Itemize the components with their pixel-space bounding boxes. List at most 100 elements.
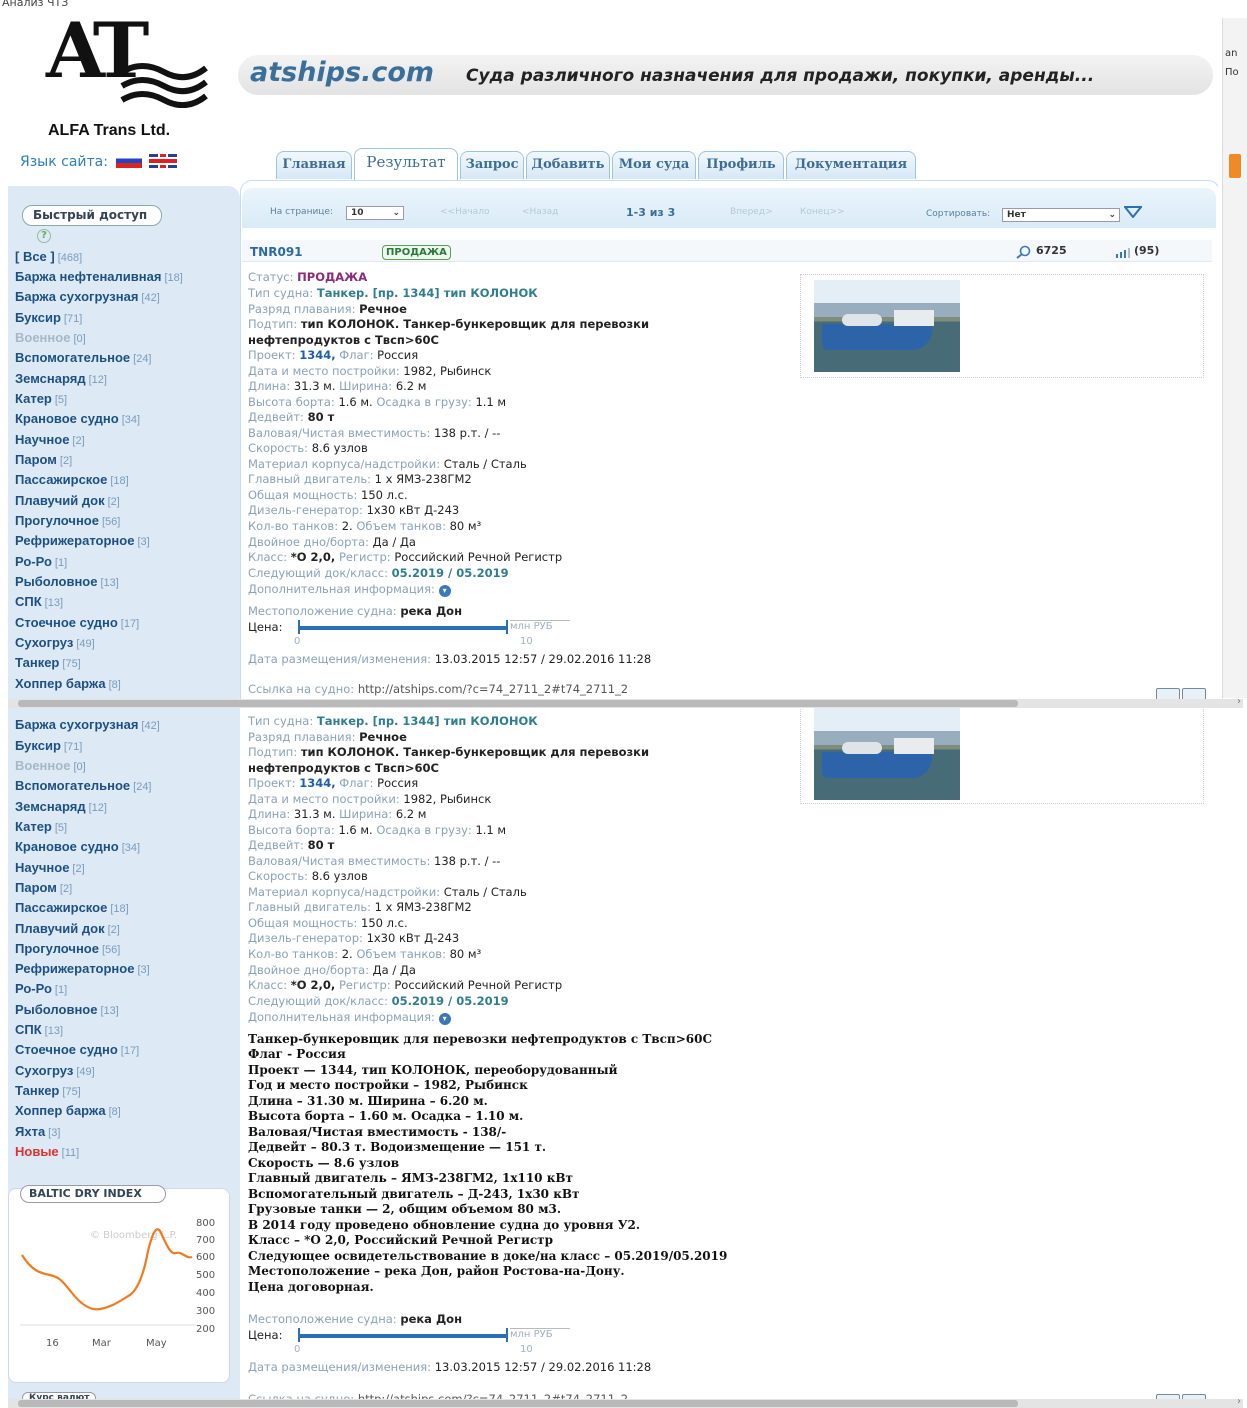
sidebar-category[interactable]: Яхта [3] — [15, 1124, 60, 1139]
russian-flag-icon[interactable] — [116, 154, 143, 168]
sidebar-category[interactable]: Крановое судно [34] — [15, 839, 140, 854]
sidebar-category[interactable]: Рыболовное [13] — [15, 1002, 119, 1017]
sidebar-category[interactable]: [ Все ] [468] — [15, 249, 82, 264]
y-tick: 500 — [196, 1270, 216, 1281]
sidebar-category[interactable]: Паром [2] — [15, 452, 72, 467]
extra-text-line: В 2014 году проведено обновление судна д… — [248, 1218, 640, 1232]
listing-code[interactable]: TNR091 — [250, 245, 303, 259]
sidebar-category[interactable]: Прогулочное [56] — [15, 513, 120, 528]
prev-page-link[interactable]: <Назад — [522, 207, 558, 217]
price-min: 0 — [294, 1344, 301, 1355]
sidebar-category[interactable]: Земснаряд [12] — [15, 371, 107, 386]
sidebar-category[interactable]: Ро-Ро [1] — [15, 981, 67, 996]
last-page-link[interactable]: Конец>> — [800, 207, 845, 217]
result-range: 1-3 из 3 — [626, 206, 676, 219]
help-icon[interactable]: ? — [37, 229, 51, 243]
height-line: Высота борта: 1.6 м. Осадка в грузу: 1.1… — [248, 823, 507, 837]
extra-info-line[interactable]: Дополнительная информация: ▾ — [248, 582, 451, 597]
ship-photo[interactable] — [814, 708, 960, 800]
sidebar-category[interactable]: Танкер [75] — [15, 1083, 81, 1098]
sort-select[interactable]: Нет ⌄ — [1002, 208, 1120, 222]
language-selector: Язык сайта: — [20, 154, 177, 170]
sidebar-category[interactable]: Сухогруз [49] — [15, 1063, 95, 1078]
sidebar-category[interactable]: Пассажирское [18] — [15, 472, 129, 487]
sidebar-category[interactable]: Научное [2] — [15, 432, 85, 447]
sidebar-category[interactable]: Танкер [75] — [15, 655, 81, 670]
sidebar-category[interactable]: Крановое судно [34] — [15, 411, 140, 426]
sidebar-category[interactable]: СПК [13] — [15, 1022, 63, 1037]
sidebar-category[interactable]: Паром [2] — [15, 880, 72, 895]
price-max-marker — [506, 620, 508, 634]
sidebar-category[interactable]: Ро-Ро [1] — [15, 554, 67, 569]
dimensions-line: Длина: 31.3 м. Ширина: 6.2 м — [248, 379, 427, 393]
first-page-link[interactable]: <<Начало — [440, 207, 489, 217]
sidebar-category[interactable]: Прогулочное [56] — [15, 941, 120, 956]
tab-documentation[interactable]: Документация — [786, 151, 916, 179]
subtype-line: Подтип: тип КОЛОНОК. Танкер-бункеровщик … — [248, 317, 650, 331]
tab-add[interactable]: Добавить — [526, 151, 610, 179]
location-line: Местоположение судна: река Дон — [248, 1312, 463, 1326]
extra-text-line: Танкер-бункеровщик для перевозки нефтепр… — [248, 1032, 713, 1046]
sidebar-category[interactable]: Хоппер баржа [8] — [15, 1103, 121, 1118]
sidebar-category[interactable]: СПК [13] — [15, 594, 63, 609]
dimensions-line: Длина: 31.3 м. Ширина: 6.2 м — [248, 807, 427, 821]
sidebar-category[interactable]: Рефрижераторное [3] — [15, 961, 150, 976]
sidebar-category[interactable]: Баржа сухогрузная [42] — [15, 717, 160, 732]
sidebar-category-new[interactable]: Новые [11] — [15, 1144, 79, 1159]
class-line: Разряд плавания: Речное — [248, 302, 407, 316]
sidebar-category[interactable]: Рыболовное [13] — [15, 574, 119, 589]
sidebar-category[interactable]: Буксир [71] — [15, 310, 82, 325]
sidebar-category[interactable]: Земснаряд [12] — [15, 799, 107, 814]
sidebar-category[interactable]: Пассажирское [18] — [15, 900, 129, 915]
sidebar-category[interactable]: Баржа нефтеналивная [18] — [15, 269, 183, 284]
sidebar-category[interactable]: Стоечное судно [17] — [15, 1042, 139, 1057]
sidebar-category[interactable]: Буксир [71] — [15, 738, 82, 753]
tab-profile[interactable]: Профиль — [698, 151, 784, 179]
english-flag-icon[interactable] — [148, 154, 177, 168]
rss-icon[interactable] — [1229, 154, 1241, 178]
extra-text-line: Местоположение – река Дон, район Ростова… — [248, 1264, 625, 1278]
extra-text-line: Главный двигатель – ЯМЗ-238ГМ2, 1х110 кВ… — [248, 1171, 573, 1185]
sidebar-category[interactable]: Хоппер баржа [8] — [15, 676, 121, 691]
tab-results[interactable]: Результат — [354, 148, 458, 180]
sidebar-category[interactable]: Сухогруз [49] — [15, 635, 95, 650]
speed-line: Скорость: 8.6 узлов — [248, 869, 368, 883]
extra-text-line: Вспомогательный двигатель – Д-243, 1х30 … — [248, 1187, 580, 1201]
link-line[interactable]: Ссылка на судно: http://atships.com/?c=7… — [248, 682, 628, 696]
sidebar-category[interactable]: Катер [5] — [15, 819, 67, 834]
quick-access-header[interactable]: Быстрый доступ? — [22, 205, 162, 243]
extra-text-line: Следующее освидетельствование в доке/на … — [248, 1249, 728, 1263]
engine-line: Главный двигатель: 1 x ЯМЗ-238ГМ2 — [248, 900, 472, 914]
sidebar-category[interactable]: Рефрижераторное [3] — [15, 533, 150, 548]
next-page-link[interactable]: Вперед> — [730, 207, 773, 217]
subtype-line-2: нефтепродуктов с Твсп>60С — [248, 333, 439, 347]
collapse-icon: ▾ — [438, 1013, 451, 1025]
per-page-select[interactable]: 10 ⌄ — [346, 206, 404, 220]
generator-line: Дизель-генератор: 1х30 кВт Д-243 — [248, 503, 460, 517]
next-dock-line: Следующий док/класс: 05.2019 / 05.2019 — [248, 566, 509, 580]
sale-badge: ПРОДАЖА — [382, 245, 451, 260]
tab-my-ships[interactable]: Мои суда — [612, 151, 696, 179]
sidebar-category[interactable]: Катер [5] — [15, 391, 67, 406]
ship-photo[interactable] — [814, 280, 960, 372]
extra-text-line: Длина – 31.30 м. Ширина – 6.20 м. — [248, 1094, 488, 1108]
extra-text-line: Цена договорная. — [248, 1280, 374, 1294]
sidebar-category[interactable]: Баржа сухогрузная [42] — [15, 289, 160, 304]
extra-text-line: Высота борта – 1.60 м. Осадка – 1.10 м. — [248, 1109, 524, 1123]
sidebar-category[interactable]: Стоечное судно [17] — [15, 615, 139, 630]
horizontal-scrollbar[interactable]: › — [8, 696, 1243, 708]
price-min-marker — [298, 1328, 300, 1342]
extra-text-line: Флаг - Россия — [248, 1047, 346, 1061]
sidebar-category[interactable]: Вспомогательное [24] — [15, 350, 152, 365]
sidebar-category[interactable]: Плавучий док [2] — [15, 921, 120, 936]
tab-home[interactable]: Главная — [276, 151, 352, 179]
tab-request[interactable]: Запрос — [460, 151, 524, 179]
sidebar-category[interactable]: Плавучий док [2] — [15, 493, 120, 508]
y-tick: 700 — [196, 1235, 216, 1246]
site-name[interactable]: atships.com — [250, 57, 434, 88]
price-unit: млн РУБ — [510, 1328, 570, 1340]
sidebar-category[interactable]: Научное [2] — [15, 860, 85, 875]
filter-toggle-icon[interactable] — [1124, 206, 1142, 218]
sidebar-category[interactable]: Вспомогательное [24] — [15, 778, 152, 793]
extra-info-line[interactable]: Дополнительная информация: ▾ — [248, 1010, 451, 1025]
